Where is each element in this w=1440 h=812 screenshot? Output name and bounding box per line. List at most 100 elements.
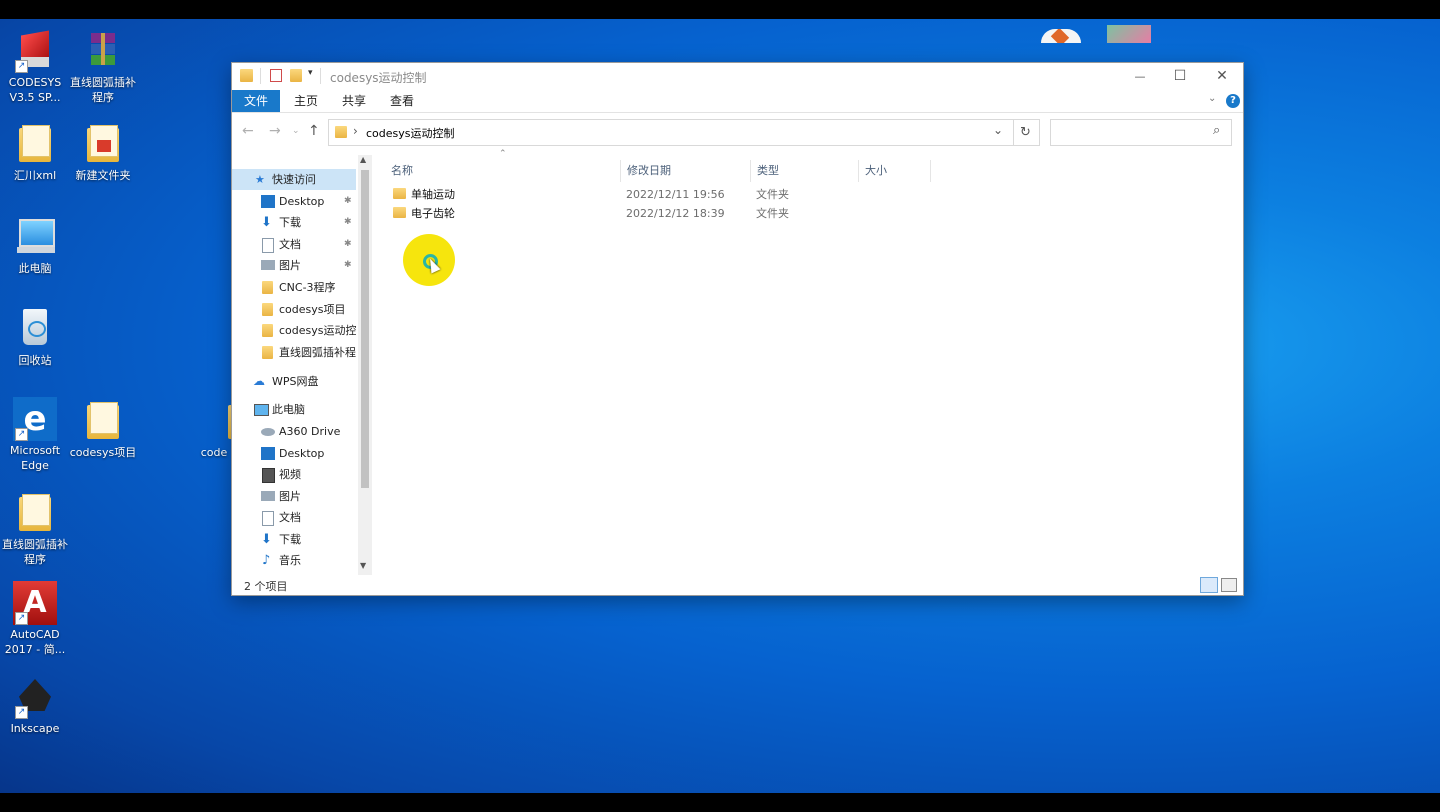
- new-folder-icon[interactable]: [290, 69, 302, 82]
- autocad-icon: A ↗: [13, 581, 57, 625]
- address-bar[interactable]: › codesys运动控制 ⌄: [328, 119, 1014, 146]
- shortcut-arrow-icon: ↗: [15, 428, 28, 441]
- folder-icon: [262, 324, 273, 337]
- shortcut-arrow-icon: ↗: [15, 612, 28, 625]
- desktop-icon-codesys[interactable]: ↗ CODESYS V3.5 SP...: [0, 29, 70, 105]
- recent-dropdown-icon[interactable]: ⌄: [292, 126, 300, 136]
- nav-item-interp[interactable]: 直线圆弧插补程序: [232, 342, 356, 363]
- nav-item-codesys-motion[interactable]: codesys运动控制: [232, 320, 356, 341]
- nav-item-cnc[interactable]: CNC-3程序: [232, 277, 356, 298]
- search-input[interactable]: ⌕: [1050, 119, 1232, 146]
- file-list[interactable]: ⌃ 名称 修改日期 类型 大小 单轴运动 2022/12/11 19:56 文件…: [373, 149, 1243, 575]
- nav-item-pictures[interactable]: 图片 ✱: [232, 255, 356, 276]
- desktop-icon-this-pc[interactable]: 此电脑: [0, 215, 70, 276]
- large-icons-view-icon[interactable]: [1221, 578, 1237, 592]
- tab-file[interactable]: 文件: [232, 90, 281, 112]
- nav-item-downloads[interactable]: ⬇ 下载 ✱: [232, 212, 356, 233]
- nav-pc-desktop[interactable]: Desktop: [232, 443, 356, 464]
- desktop-icon-codesys-projects[interactable]: codesys项目: [68, 399, 138, 460]
- nav-item-codesys-projects[interactable]: codesys项目: [232, 299, 356, 320]
- properties-icon[interactable]: [270, 69, 282, 82]
- file-row[interactable]: 电子齿轮 2022/12/12 18:39 文件夹: [389, 204, 839, 223]
- sort-indicator-icon: ⌃: [499, 149, 507, 159]
- desktop-icon-interp-folder[interactable]: 直线圆弧插补程序: [0, 491, 70, 567]
- minimize-button[interactable]: —: [1119, 63, 1161, 90]
- video-icon: [262, 468, 275, 483]
- nav-pc-videos[interactable]: 视频: [232, 464, 356, 485]
- folder-icon: [13, 122, 57, 166]
- nav-scrollbar-thumb[interactable]: [361, 170, 369, 488]
- desktop-icon-inkscape[interactable]: ↗ Inkscape: [0, 675, 70, 736]
- help-icon[interactable]: ?: [1226, 94, 1240, 108]
- ribbon-expand-icon[interactable]: ⌄: [1208, 93, 1216, 104]
- desktop-icon-new-folder[interactable]: 新建文件夹: [68, 122, 138, 183]
- quick-access-dropdown-icon[interactable]: ▾: [308, 68, 313, 78]
- scroll-up-icon[interactable]: ▲: [360, 155, 366, 164]
- column-header-modified[interactable]: 修改日期: [621, 160, 751, 182]
- recycle-bin-icon: [13, 307, 57, 351]
- matlab-icon[interactable]: [1041, 29, 1081, 43]
- nav-pc-documents[interactable]: 文档: [232, 507, 356, 528]
- desktop-icon-edge[interactable]: e ↗ Microsoft Edge: [0, 397, 70, 473]
- address-row: ← → ⌄ ↑ › codesys运动控制 ⌄ ↻ ⌕: [232, 113, 1243, 151]
- back-arrow-icon[interactable]: ←: [242, 123, 254, 139]
- desktop-icon-archive[interactable]: 直线圆弧插补程序: [68, 29, 138, 105]
- nav-pc-music[interactable]: ♪ 音乐: [232, 550, 356, 571]
- maximize-button[interactable]: ☐: [1159, 63, 1201, 90]
- details-view-icon[interactable]: [1200, 577, 1218, 593]
- scroll-down-icon[interactable]: ▼: [360, 561, 366, 570]
- nav-pc-downloads[interactable]: ⬇ 下载: [232, 529, 356, 550]
- tab-home[interactable]: 主页: [282, 90, 330, 112]
- column-header-size[interactable]: 大小: [859, 160, 931, 182]
- shortcut-arrow-icon: ↗: [15, 706, 28, 719]
- picture-icon: [261, 491, 275, 501]
- nav-item-desktop[interactable]: Desktop ✱: [232, 191, 356, 212]
- app-icon[interactable]: [1107, 25, 1151, 43]
- computer-icon: [13, 215, 57, 259]
- column-header-type[interactable]: 类型: [751, 160, 859, 182]
- pin-icon: ✱: [344, 217, 352, 227]
- tab-share[interactable]: 共享: [330, 90, 378, 112]
- forward-arrow-icon[interactable]: →: [269, 123, 281, 139]
- window-title: codesys运动控制: [330, 71, 427, 85]
- folder-icon: [262, 346, 273, 359]
- picture-icon: [261, 260, 275, 270]
- star-icon: ★: [255, 173, 265, 186]
- folder-icon: [81, 399, 125, 443]
- folder-icon: [335, 126, 347, 138]
- navigation-pane: ★ 快速访问 Desktop ✱ ⬇ 下载 ✱ 文档 ✱ 图片 ✱ CNC-3程…: [232, 155, 372, 575]
- item-count: 2 个项目: [244, 580, 288, 593]
- title-bar[interactable]: ▾ codesys运动控制 — ☐ ✕: [232, 63, 1243, 90]
- desktop-icon: [261, 195, 275, 208]
- codesys-icon: ↗: [13, 29, 57, 73]
- nav-pc-pictures[interactable]: 图片: [232, 486, 356, 507]
- desktop-icon-recycle-bin[interactable]: 回收站: [0, 307, 70, 368]
- desktop-icon-folder-xml[interactable]: 汇川xml: [0, 122, 70, 183]
- ribbon-tabs: 文件 主页 共享 查看 ⌄ ?: [232, 90, 1243, 113]
- nav-item-documents[interactable]: 文档 ✱: [232, 234, 356, 255]
- nav-quick-access[interactable]: ★ 快速访问: [232, 169, 356, 190]
- refresh-icon[interactable]: ↻: [1012, 119, 1040, 146]
- drive-icon: [261, 428, 275, 436]
- download-icon: ⬇: [261, 215, 272, 230]
- column-header-name[interactable]: 名称: [385, 160, 621, 182]
- edge-icon: e ↗: [13, 397, 57, 441]
- desktop-icon-code-folder[interactable]: code: [194, 399, 234, 460]
- pin-icon: ✱: [344, 260, 352, 270]
- desktop-icon-autocad[interactable]: A ↗ AutoCAD 2017 - 简...: [0, 581, 70, 657]
- document-icon: [262, 511, 274, 526]
- file-explorer-window[interactable]: ▾ codesys运动控制 — ☐ ✕ 文件 主页 共享 查看 ⌄ ? ← → …: [231, 62, 1244, 596]
- tab-view[interactable]: 查看: [378, 90, 426, 112]
- search-icon: ⌕: [1213, 123, 1221, 138]
- folder-icon: [13, 491, 57, 535]
- breadcrumb-current[interactable]: codesys运动控制: [366, 125, 455, 141]
- nav-pc-a360[interactable]: A360 Drive: [232, 421, 356, 442]
- nav-this-pc[interactable]: 此电脑: [232, 399, 356, 420]
- up-arrow-icon[interactable]: ↑: [308, 123, 320, 139]
- address-dropdown-icon[interactable]: ⌄: [993, 123, 1003, 137]
- close-button[interactable]: ✕: [1201, 63, 1243, 90]
- folder-icon: [393, 207, 406, 218]
- status-bar: 2 个项目: [232, 575, 1243, 595]
- file-row[interactable]: 单轴运动 2022/12/11 19:56 文件夹: [389, 185, 839, 204]
- nav-wps-cloud[interactable]: ☁ WPS网盘: [232, 371, 356, 392]
